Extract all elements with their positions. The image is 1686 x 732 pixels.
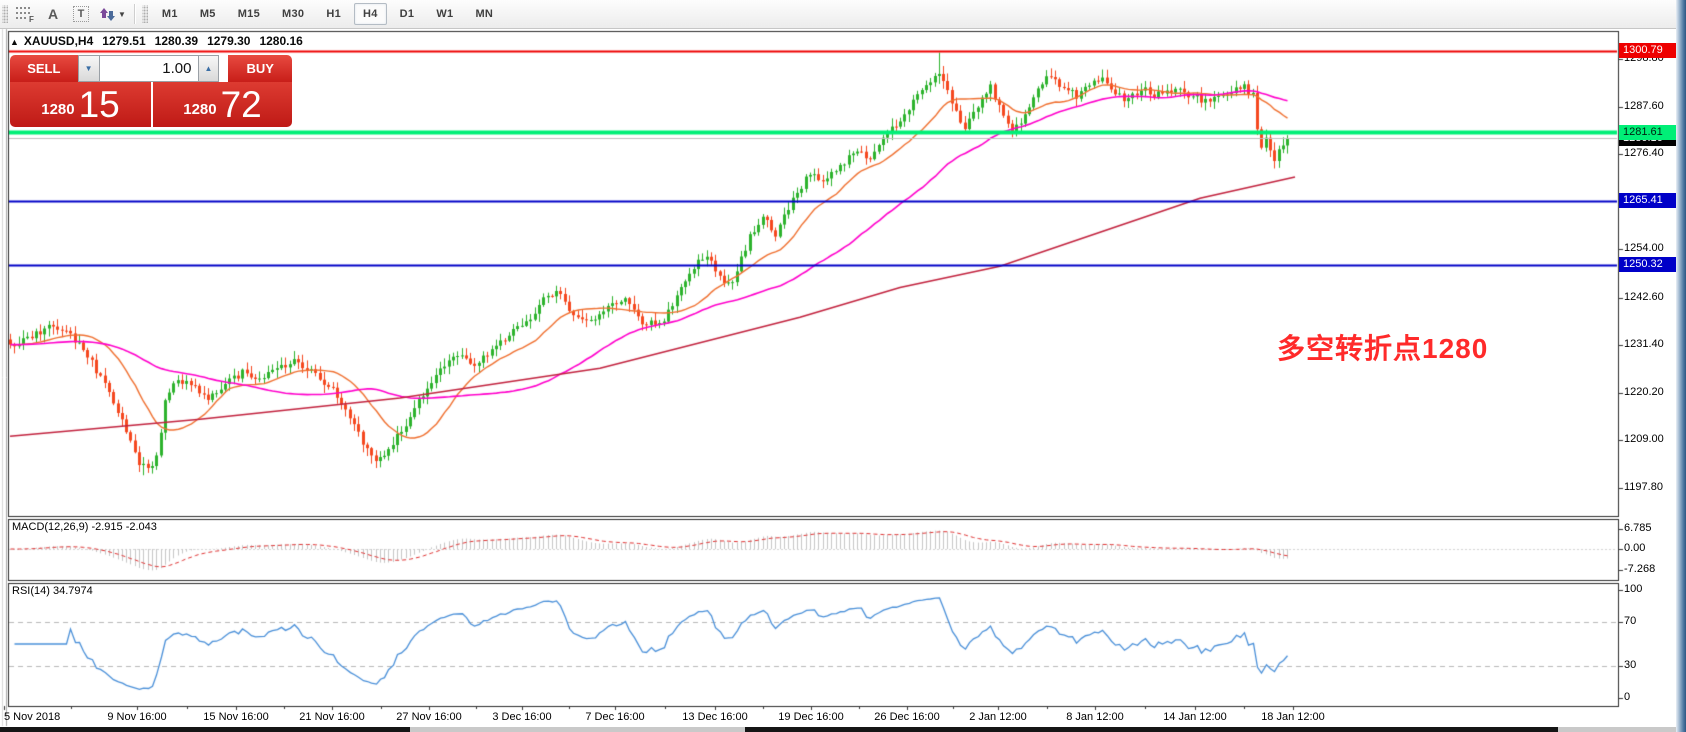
timeframe-button-m5[interactable]: M5 <box>191 3 225 25</box>
sell-price-pips: 15 <box>79 88 120 121</box>
window-border <box>1676 0 1686 732</box>
symbol-label: XAUUSD,H4 <box>24 34 93 48</box>
chart-text-annotation[interactable]: 多空转折点1280 <box>1277 327 1488 367</box>
toolbar: F A T ▼ M1M5M15M30H1H4D1W1MN <box>0 0 1678 29</box>
arrows-glyph <box>98 7 116 21</box>
buy-price-pips: 72 <box>221 88 262 121</box>
text-a-icon[interactable]: A <box>41 2 65 26</box>
scrollbar-segment[interactable] <box>0 727 410 732</box>
ohlc-high: 1280.39 <box>155 34 198 48</box>
timeframe-button-m1[interactable]: M1 <box>153 3 187 25</box>
ohlc-close: 1280.16 <box>259 34 302 48</box>
grid-f-icon[interactable]: F <box>13 2 37 26</box>
symbol-marker-icon: ▲ <box>10 37 19 47</box>
ohlc-low: 1279.30 <box>207 34 250 48</box>
buy-button[interactable]: BUY <box>228 55 292 82</box>
timeframe-button-m15[interactable]: M15 <box>229 3 269 25</box>
timeframe-button-mn[interactable]: MN <box>466 3 502 25</box>
toolbar-separator <box>134 4 135 24</box>
one-click-trading-panel: SELL ▼ ▲ BUY 1280 15 1280 72 <box>10 55 292 127</box>
grid-f-glyph: F <box>15 6 35 22</box>
sell-button[interactable]: SELL <box>10 55 78 82</box>
timeframe-button-m30[interactable]: M30 <box>273 3 313 25</box>
chart-title: ▲ XAUUSD,H4 1279.51 1280.39 1279.30 1280.16 <box>10 34 312 48</box>
timeframe-group: M1M5M15M30H1H4D1W1MN <box>151 3 504 25</box>
macd-label: MACD(12,26,9) -2.915 -2.043 <box>12 521 157 533</box>
textbox-t-icon[interactable]: T <box>69 2 93 26</box>
volume-input[interactable] <box>100 55 198 82</box>
timeframe-button-h1[interactable]: H1 <box>317 3 350 25</box>
toolbar-grip <box>2 5 8 23</box>
sell-price-big-figure: 1280 <box>41 101 74 118</box>
toolbar-grip-2 <box>142 5 148 23</box>
sell-price-display[interactable]: 1280 15 <box>10 82 151 127</box>
timeframe-button-d1[interactable]: D1 <box>391 3 424 25</box>
horizontal-scrollbar[interactable] <box>0 727 1676 732</box>
volume-decrease-button[interactable]: ▼ <box>78 55 100 82</box>
buy-price-big-figure: 1280 <box>183 101 216 118</box>
volume-increase-button[interactable]: ▲ <box>198 55 220 82</box>
scrollbar-segment[interactable] <box>745 727 1558 732</box>
timeframe-button-h4[interactable]: H4 <box>354 3 387 25</box>
dropdown-caret-icon: ▼ <box>118 10 126 19</box>
arrows-tool-icon[interactable]: ▼ <box>97 2 127 26</box>
terminal-window: F A T ▼ M1M5M15M30H1H4D1W1MN ▲ XAUUSD,H4 1… <box>0 0 1686 732</box>
timeframe-button-w1[interactable]: W1 <box>427 3 462 25</box>
buy-price-display[interactable]: 1280 72 <box>153 82 292 127</box>
svg-text:F: F <box>29 15 34 22</box>
rsi-label: RSI(14) 34.7974 <box>12 585 93 597</box>
ohlc-open: 1279.51 <box>102 34 145 48</box>
